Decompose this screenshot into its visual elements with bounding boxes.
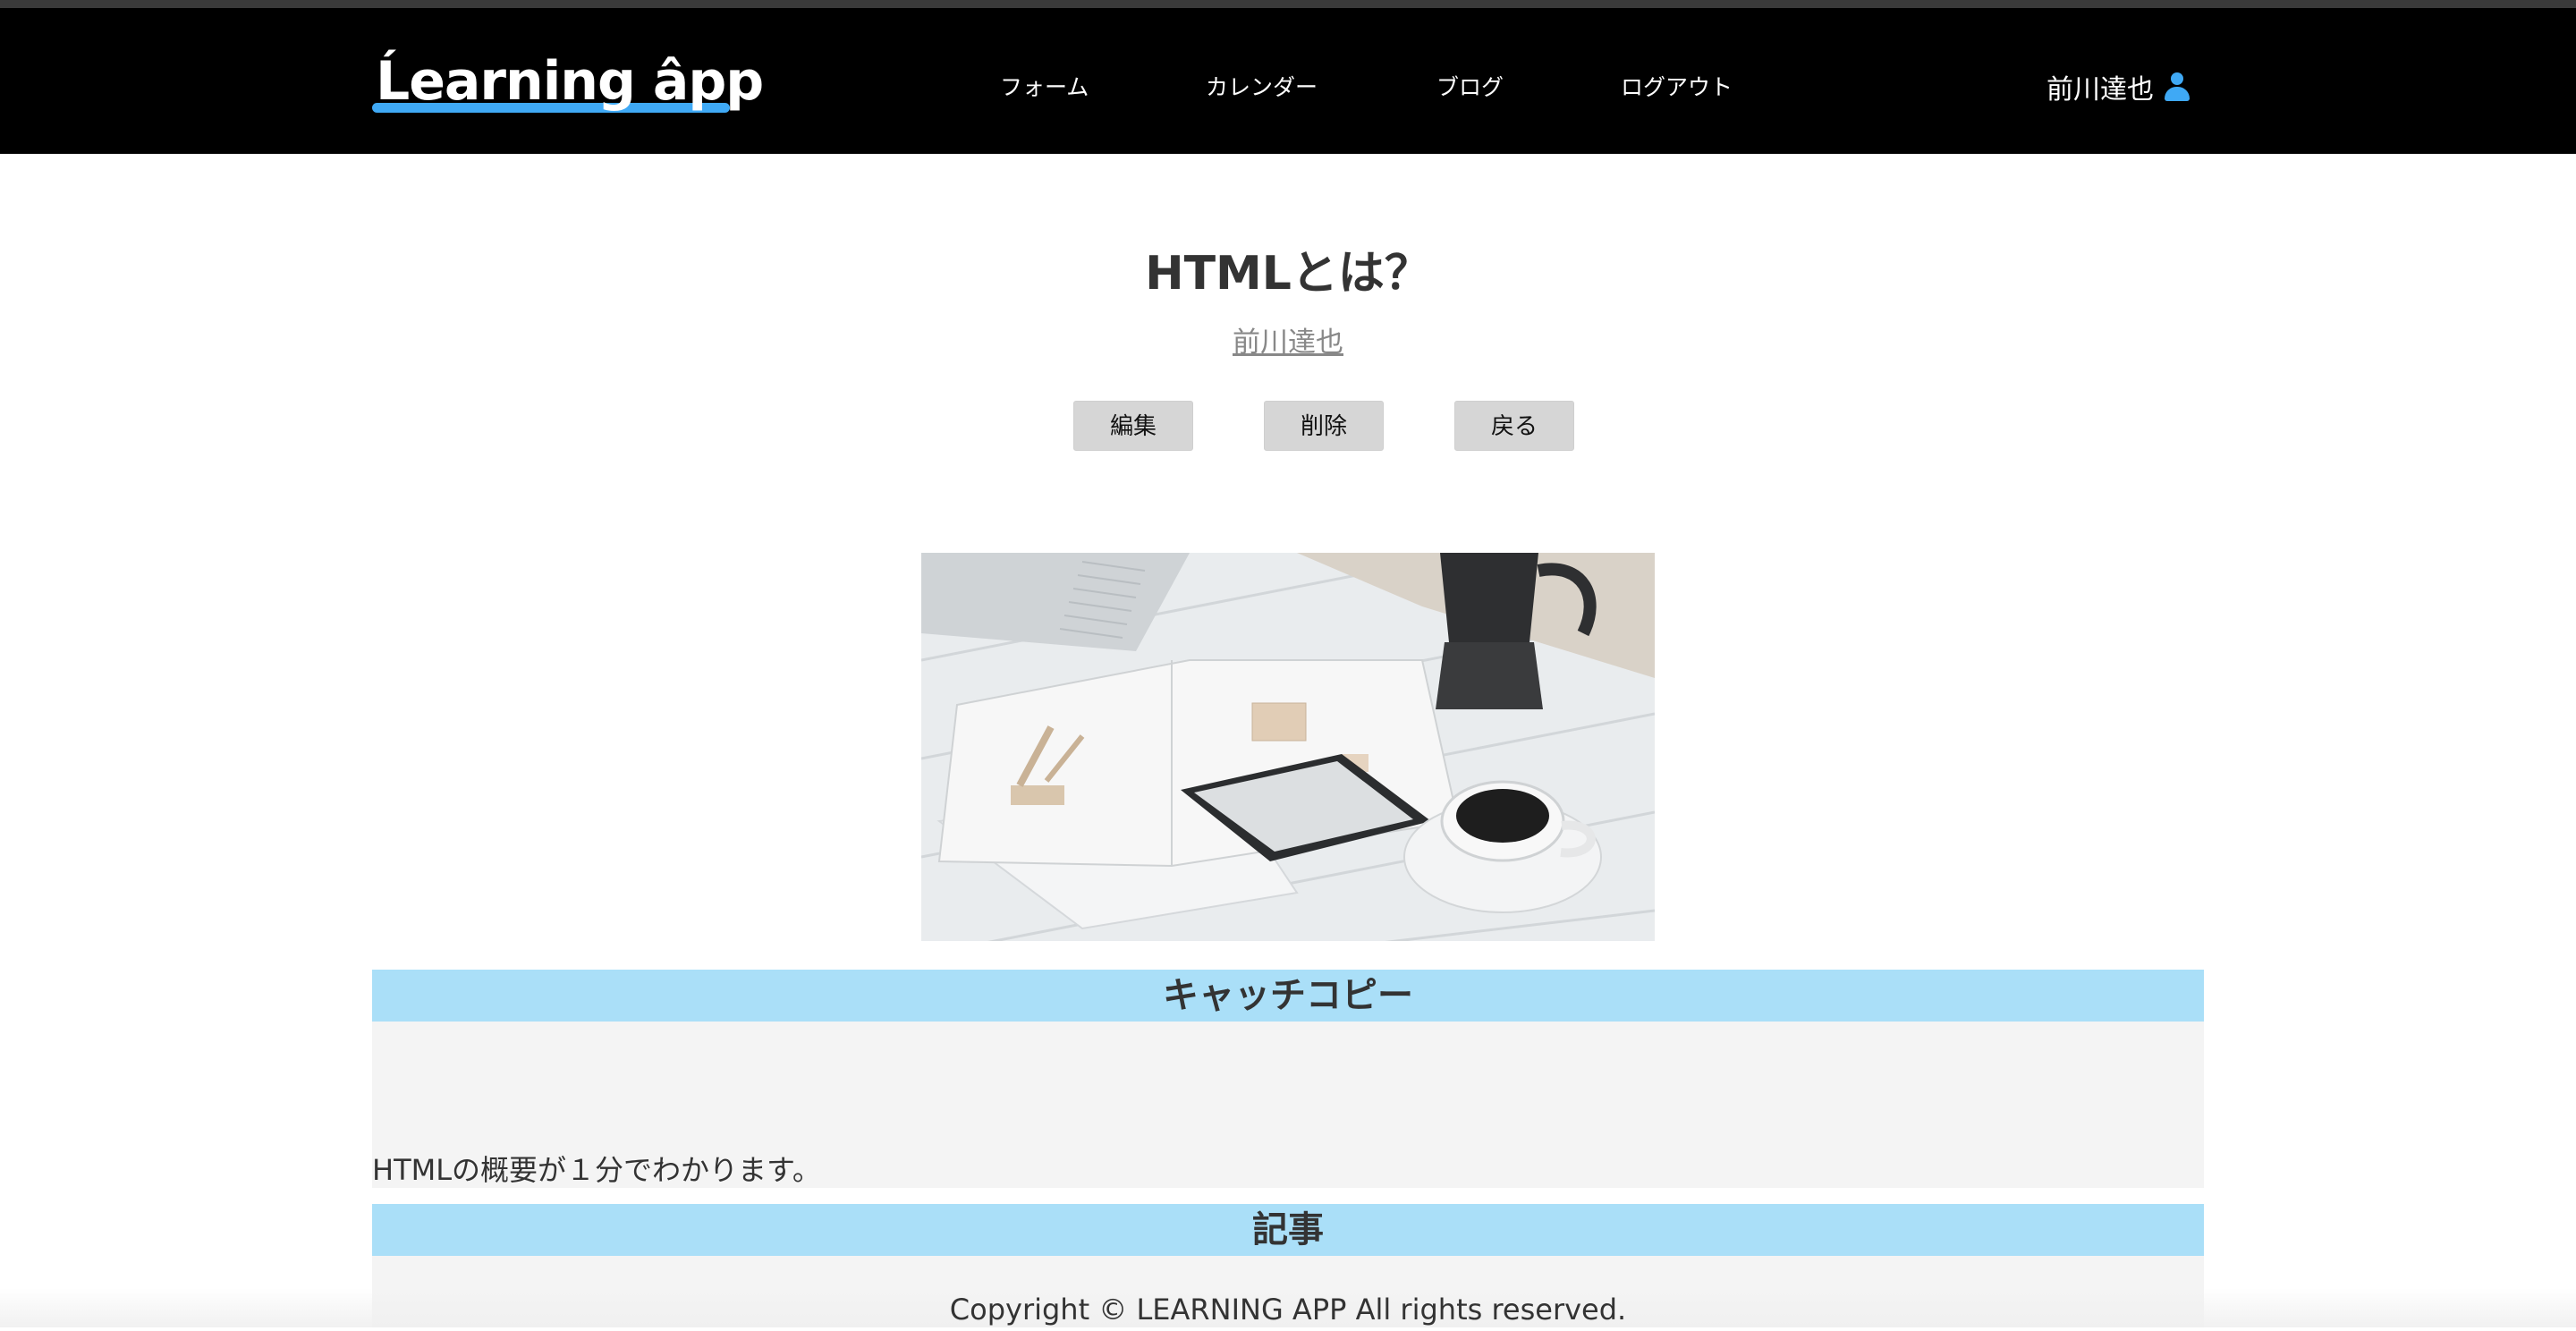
window-top-border [0,0,2576,8]
author-link[interactable]: 前川達也 [1233,326,1343,359]
nav-item-calendar[interactable]: カレンダー [1206,65,1318,110]
nav-item-blog[interactable]: ブログ [1436,65,1504,110]
copyright-text: Copyright © LEARNING APP All rights rese… [949,1293,1627,1327]
logo-text: Ĺearning âpp [376,50,764,113]
author-link-wrap: 前川達也 [0,320,2576,365]
user-icon [2165,72,2190,101]
catch-copy-heading: キャッチコピー [372,970,2204,1022]
user-menu[interactable]: 前川達也 [2046,60,2190,114]
delete-button[interactable]: 削除 [1264,401,1384,451]
back-button[interactable]: 戻る [1454,401,1574,451]
page-title: HTMLとは？ [1145,247,1431,301]
edit-button[interactable]: 編集 [1073,401,1193,451]
post-image [921,553,1655,941]
user-name: 前川達也 [2046,74,2154,106]
site-header: Ĺearning âpp フォーム カレンダー ブログ ログアウト 前川達也 [0,8,2576,154]
nav-item-form[interactable]: フォーム [1000,65,1089,110]
article-heading: 記事 [372,1204,2204,1256]
logo[interactable]: Ĺearning âpp [372,47,764,119]
catch-copy-text: HTMLの概要が１分でわかります。 [372,1153,821,1187]
nav-item-logout[interactable]: ログアウト [1621,65,1733,110]
